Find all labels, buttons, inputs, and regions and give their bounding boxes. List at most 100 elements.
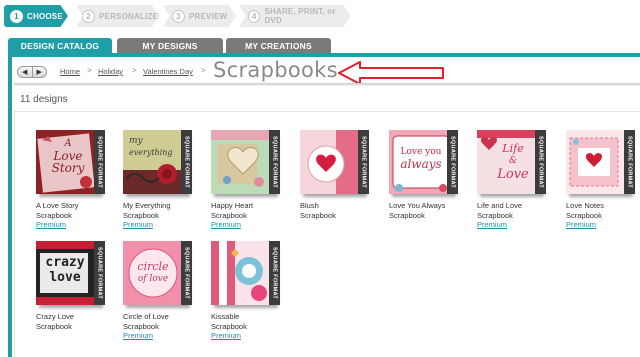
thumb-text: my bbox=[129, 136, 143, 146]
square-format-badge: SQUARE FORMAT bbox=[181, 241, 192, 305]
tab-design-catalog[interactable]: DESIGN CATALOG bbox=[8, 38, 112, 54]
design-thumbnail[interactable] bbox=[300, 130, 364, 194]
design-thumbnail[interactable]: circle of love bbox=[123, 241, 187, 305]
premium-link[interactable]: Premium bbox=[123, 220, 199, 229]
breadcrumb-holiday[interactable]: Holiday bbox=[98, 67, 123, 76]
premium-link[interactable]: Premium bbox=[566, 220, 640, 229]
design-type: Scrapbook bbox=[123, 211, 159, 220]
thumb-text: love bbox=[49, 270, 81, 285]
design-card[interactable]: SQUARE FORMAT Happy Heart Scrapbook Prem… bbox=[211, 130, 287, 229]
thumb-text: Life bbox=[502, 142, 524, 155]
design-type: Scrapbook bbox=[389, 211, 425, 220]
design-card[interactable]: Love you always SQUARE FORMAT Love You A… bbox=[389, 130, 465, 220]
tab-my-designs[interactable]: MY DESIGNS bbox=[117, 38, 223, 54]
premium-link[interactable]: Premium bbox=[36, 220, 112, 229]
square-format-badge: SQUARE FORMAT bbox=[269, 241, 280, 305]
step-label: PERSONALIZE bbox=[99, 11, 159, 21]
step-choose[interactable]: 1 CHOOSE bbox=[4, 5, 68, 27]
scrapbook-art-icon bbox=[566, 130, 630, 194]
scrapbook-art-icon bbox=[300, 130, 364, 194]
thumb-text: always bbox=[400, 157, 442, 171]
design-name: Life and Love bbox=[477, 201, 523, 210]
design-type: Scrapbook bbox=[300, 211, 336, 220]
design-thumbnail[interactable] bbox=[566, 130, 630, 194]
design-card[interactable]: crazy love SQUARE FORMAT Crazy Love Scra… bbox=[36, 241, 112, 331]
design-name: Blush bbox=[300, 201, 319, 210]
step-label: CHOOSE bbox=[27, 11, 63, 21]
design-type: Scrapbook bbox=[566, 211, 602, 220]
design-type: Scrapbook bbox=[123, 322, 159, 331]
back-arrow-icon[interactable]: ◀ bbox=[18, 67, 33, 77]
premium-link[interactable]: Premium bbox=[477, 220, 553, 229]
design-card[interactable]: circle of love SQUARE FORMAT Circle of L… bbox=[123, 241, 199, 340]
design-type: Scrapbook bbox=[477, 211, 513, 220]
design-name: Love Notes bbox=[566, 201, 604, 210]
design-thumbnail[interactable] bbox=[211, 241, 275, 305]
design-name: Love You Always bbox=[389, 201, 446, 210]
design-name: My Everything bbox=[123, 201, 171, 210]
step-number: 3 bbox=[172, 9, 185, 23]
design-card[interactable]: SQUARE FORMAT Kissable Scrapbook Premium bbox=[211, 241, 287, 340]
breadcrumb-separator: > bbox=[201, 66, 206, 75]
wizard-steps: 1 CHOOSE 2 PERSONALIZE 3 PREVIEW 4 SHARE… bbox=[0, 5, 640, 27]
design-type: Scrapbook bbox=[211, 322, 247, 331]
design-type: Scrapbook bbox=[36, 211, 72, 220]
design-thumbnail[interactable]: Love you always bbox=[389, 130, 453, 194]
design-thumbnail[interactable]: crazy love bbox=[36, 241, 100, 305]
design-card[interactable]: SQUARE FORMAT Blush Scrapbook bbox=[300, 130, 376, 220]
design-thumbnail[interactable]: A Love Story bbox=[36, 130, 100, 194]
breadcrumb-valentines[interactable]: Valentines Day bbox=[143, 67, 193, 76]
premium-link[interactable]: Premium bbox=[211, 331, 287, 340]
scrapbook-art-icon bbox=[211, 241, 275, 305]
square-format-badge: SQUARE FORMAT bbox=[94, 241, 105, 305]
thumb-text: circle bbox=[137, 260, 169, 273]
step-label: PREVIEW bbox=[189, 11, 228, 21]
panel-left-border bbox=[8, 57, 12, 357]
design-name: Crazy Love bbox=[36, 312, 74, 321]
design-card[interactable]: SQUARE FORMAT Love Notes Scrapbook Premi… bbox=[566, 130, 640, 229]
design-card[interactable]: my everything SQUARE FORMAT My Everythin… bbox=[123, 130, 199, 229]
square-format-badge: SQUARE FORMAT bbox=[181, 130, 192, 194]
thumb-text: crazy bbox=[45, 255, 85, 270]
step-number: 2 bbox=[82, 9, 95, 23]
design-thumbnail[interactable]: my everything bbox=[123, 130, 187, 194]
divider bbox=[14, 111, 640, 112]
design-count: 11 designs bbox=[20, 94, 68, 105]
design-name: Happy Heart bbox=[211, 201, 254, 210]
tab-my-creations[interactable]: MY CREATIONS bbox=[226, 38, 331, 54]
square-format-badge: SQUARE FORMAT bbox=[269, 130, 280, 194]
design-thumbnail[interactable]: Life & Love bbox=[477, 130, 541, 194]
breadcrumb-separator: > bbox=[132, 66, 137, 75]
premium-link[interactable]: Premium bbox=[211, 220, 287, 229]
premium-link[interactable]: Premium bbox=[123, 331, 199, 340]
design-name: Circle of Love bbox=[123, 312, 169, 321]
thumb-text: everything bbox=[129, 148, 173, 157]
design-type: Scrapbook bbox=[211, 211, 247, 220]
breadcrumb-home[interactable]: Home bbox=[60, 67, 80, 76]
square-format-badge: SQUARE FORMAT bbox=[94, 130, 105, 194]
step-number: 4 bbox=[248, 9, 261, 23]
design-type: Scrapbook bbox=[36, 322, 72, 331]
divider bbox=[14, 111, 15, 357]
thumb-text: Love bbox=[497, 167, 529, 182]
step-preview[interactable]: 3 PREVIEW bbox=[163, 5, 237, 27]
toolbar-divider bbox=[14, 83, 640, 86]
step-number: 1 bbox=[10, 9, 23, 23]
design-card[interactable]: A Love Story SQUARE FORMAT A Love Story … bbox=[36, 130, 112, 229]
square-format-badge: SQUARE FORMAT bbox=[624, 130, 635, 194]
breadcrumb-separator: > bbox=[87, 66, 92, 75]
square-format-badge: SQUARE FORMAT bbox=[447, 130, 458, 194]
square-format-badge: SQUARE FORMAT bbox=[358, 130, 369, 194]
design-thumbnail[interactable] bbox=[211, 130, 275, 194]
step-share[interactable]: 4 SHARE, PRINT, or DVD bbox=[239, 5, 351, 27]
history-nav: ◀ ▶ bbox=[17, 66, 47, 78]
square-format-badge: SQUARE FORMAT bbox=[535, 130, 546, 194]
thumb-text: Story bbox=[51, 161, 85, 175]
step-personalize[interactable]: 2 PERSONALIZE bbox=[76, 5, 160, 27]
forward-arrow-icon[interactable]: ▶ bbox=[33, 67, 47, 77]
design-name: A Love Story bbox=[36, 201, 79, 210]
tab-underline bbox=[8, 53, 640, 57]
step-label: SHARE, PRINT, or DVD bbox=[264, 7, 336, 25]
design-name: Kissable bbox=[211, 312, 240, 321]
design-card[interactable]: Life & Love SQUARE FORMAT Life and Love … bbox=[477, 130, 553, 229]
